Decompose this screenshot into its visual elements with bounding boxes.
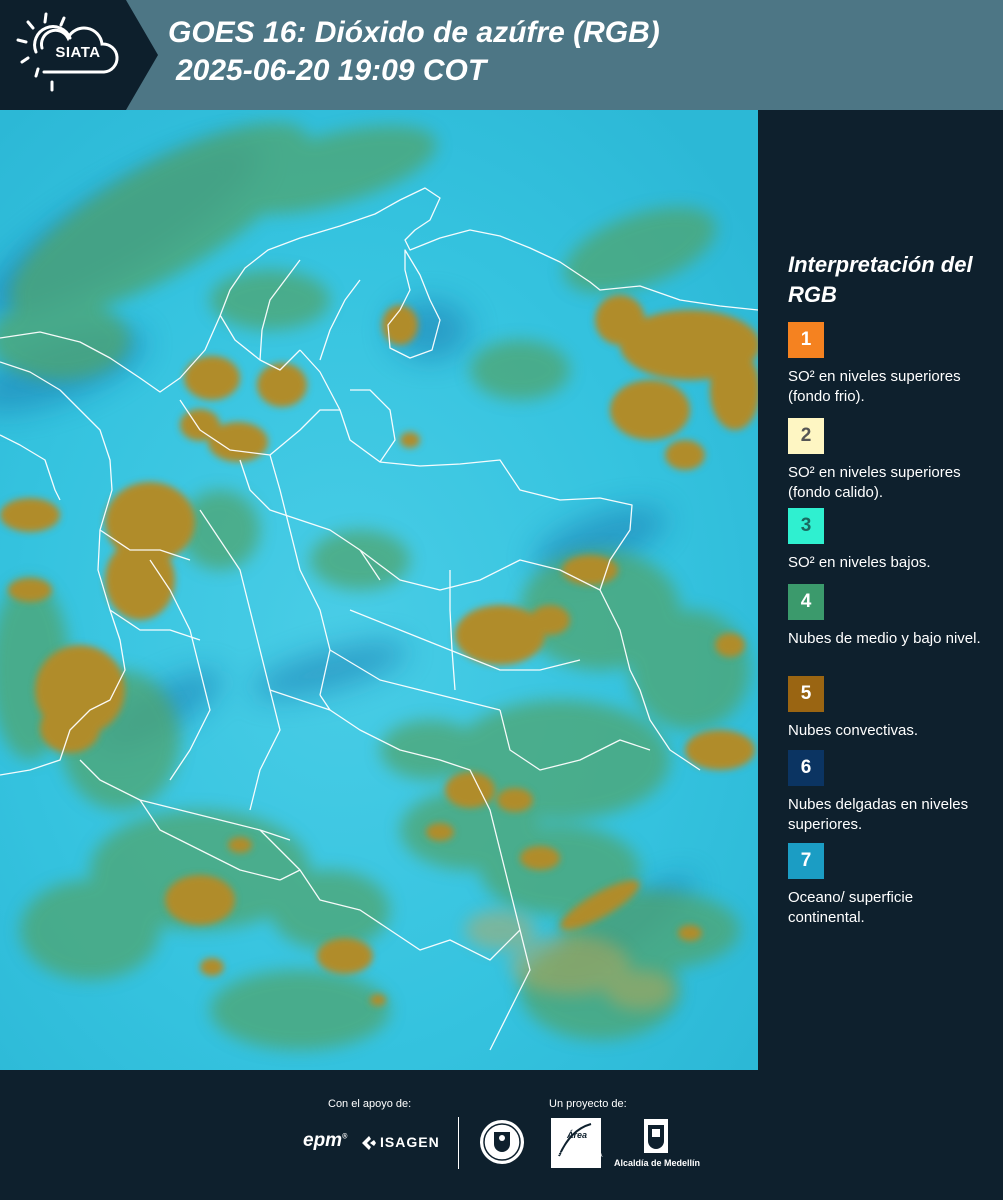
siata-logo-text: SIATA (55, 44, 101, 61)
legend-label-1: SO² en niveles superiores (fondo frio). (788, 368, 961, 405)
isagen-icon (362, 1136, 376, 1150)
legend-item-7: 7 Oceano/ superficie continental. (788, 843, 993, 928)
legend-item-3: 3 SO² en niveles bajos. (788, 508, 993, 573)
project-caption: Un proyecto de: (549, 1098, 627, 1110)
alcaldia-shield-icon[interactable] (642, 1117, 670, 1155)
area-metropolitana-caption: Área METROPOLITANA Valle de Aburrá (550, 1131, 604, 1167)
legend-label-2: SO² en niveles superiores (fondo calido)… (788, 464, 961, 501)
legend-item-5: 5 Nubes convectivas. (788, 676, 993, 741)
area-brand-sub: METROPOLITANA Valle de Aburrá (551, 1153, 603, 1166)
medellin-seal-icon[interactable] (478, 1118, 526, 1166)
legend-swatch-2: 2 (788, 418, 824, 454)
siata-logo[interactable]: SIATA (0, 0, 158, 110)
legend-label-3: SO² en niveles bajos. (788, 554, 931, 571)
title-timestamp: 2025-06-20 19:09 COT (176, 54, 487, 87)
legend-swatch-5: 5 (788, 676, 824, 712)
area-brand-name: Área (566, 1130, 587, 1140)
alcaldia-logo-text: Alcaldía de Medellín (613, 1158, 701, 1168)
legend-swatch-7: 7 (788, 843, 824, 879)
isagen-logo[interactable]: ISAGEN (380, 1134, 440, 1150)
header-bar: SIATA GOES 16: Dióxido de azúfre (RGB) 2… (0, 0, 1003, 110)
page-title: GOES 16: Dióxido de azúfre (RGB) 2025-06… (168, 14, 660, 90)
legend-item-4: 4 Nubes de medio y bajo nivel. (788, 584, 993, 649)
satellite-map[interactable] (0, 110, 758, 1070)
legend-label-7: Oceano/ superficie continental. (788, 889, 914, 926)
legend-panel: Interpretación del RGB 1 SO² en niveles … (758, 110, 1003, 1070)
legend-item-1: 1 SO² en niveles superiores (fondo frio)… (788, 322, 993, 407)
legend-label-5: Nubes convectivas. (788, 722, 919, 739)
legend-swatch-4: 4 (788, 584, 824, 620)
footer-divider (458, 1117, 459, 1169)
legend-swatch-6: 6 (788, 750, 824, 786)
legend-label-4: Nubes de medio y bajo nivel. (788, 630, 981, 647)
footer-bar: Con el apoyo de: Un proyecto de: epm® IS… (0, 1070, 1003, 1200)
epm-logo-text: epm (303, 1130, 343, 1151)
legend-item-2: 2 SO² en niveles superiores (fondo calid… (788, 418, 993, 503)
support-caption: Con el apoyo de: (328, 1098, 412, 1110)
epm-logo[interactable]: epm® (303, 1130, 347, 1152)
legend-swatch-3: 3 (788, 508, 824, 544)
legend-label-6: Nubes delgadas en niveles superiores. (788, 796, 969, 833)
legend-title: Interpretación del RGB (788, 252, 973, 307)
title-product: GOES 16: Dióxido de azúfre (RGB) (168, 16, 660, 49)
legend-item-6: 6 Nubes delgadas en niveles superiores. (788, 750, 993, 835)
satellite-rgb-image (0, 110, 758, 1070)
legend-swatch-1: 1 (788, 322, 824, 358)
